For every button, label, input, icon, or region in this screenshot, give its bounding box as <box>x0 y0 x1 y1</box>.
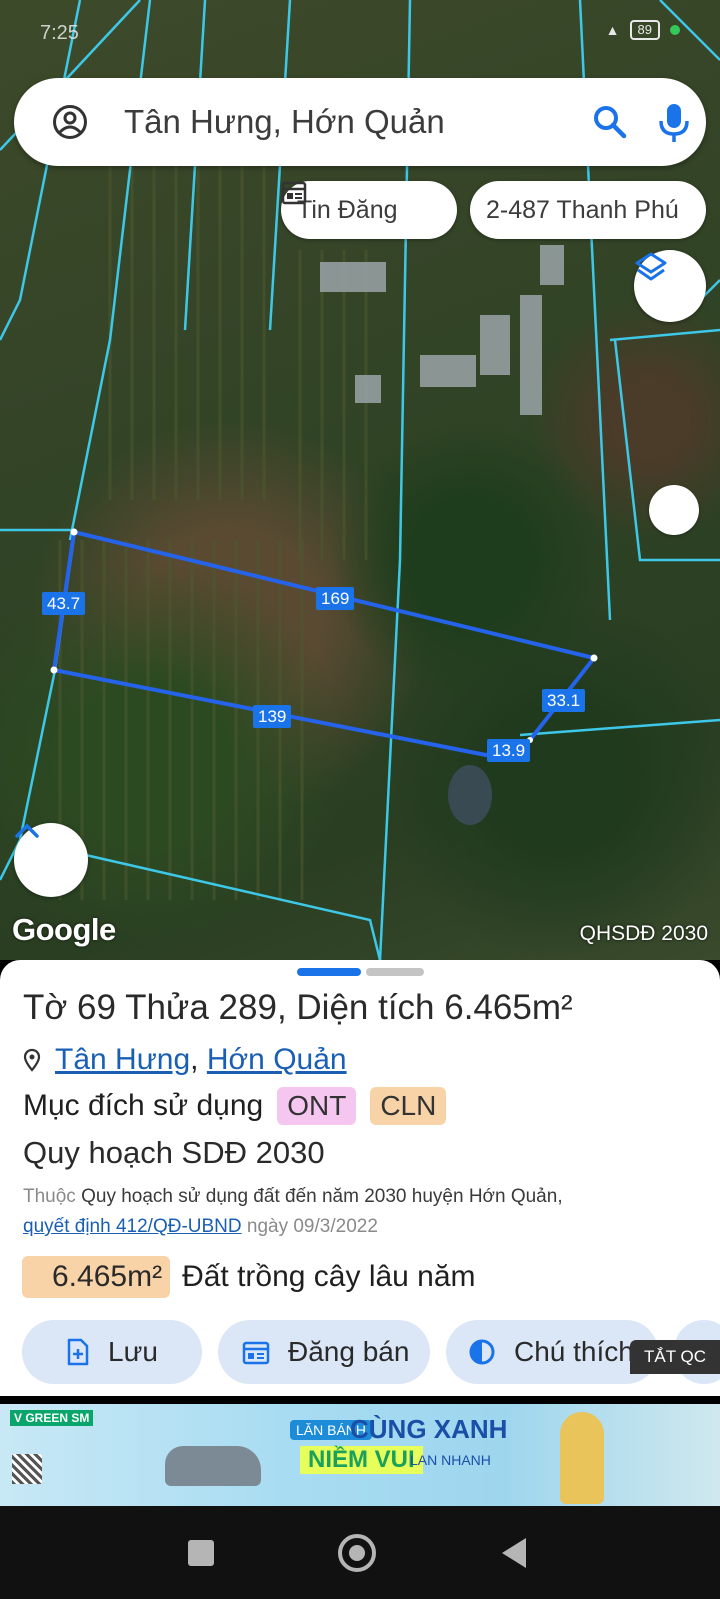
plan-description: Thuộc Quy hoạch sử dụng đất đến năm 2030… <box>23 1182 703 1242</box>
parcel-info-sheet: Tờ 69 Thửa 289, Diện tích 6.465m² Tân Hư… <box>0 960 720 1396</box>
back-icon[interactable] <box>502 1538 526 1568</box>
plan-name: Quy hoạch sử dụng đất đến năm 2030 huyện… <box>81 1186 563 1207</box>
dimension-label-bottom: 139 <box>253 705 292 728</box>
plan-title: Quy hoạch SDĐ 2030 <box>23 1135 325 1170</box>
google-logo: Google <box>12 912 116 947</box>
district-link[interactable]: Hớn Quản <box>207 1040 347 1080</box>
microphone-icon[interactable] <box>654 100 694 144</box>
privacy-indicator-icon <box>670 25 680 35</box>
post-for-sale-label: Đăng bán <box>288 1336 410 1367</box>
close-ad-button[interactable]: TẮT QC <box>630 1340 720 1374</box>
commune-link[interactable]: Tân Hưng <box>55 1040 190 1080</box>
parcel-location: Tân Hưng , Hớn Quản <box>23 1040 347 1080</box>
plan-prefix: Thuộc <box>23 1186 76 1207</box>
location-pin-icon <box>23 1048 41 1072</box>
dimension-label-left: 43.7 <box>42 592 86 615</box>
action-row: Lưu Đăng bán Chú thích <box>22 1320 720 1384</box>
sheet-handle[interactable] <box>366 968 424 976</box>
ad-brand: V GREEN SM <box>10 1410 94 1426</box>
area-badge: 6.465m² <box>22 1256 171 1298</box>
calendar-icon <box>242 1341 270 1365</box>
recent-apps-icon[interactable] <box>188 1540 214 1566</box>
map-view[interactable]: 7:25 ▲ 89 43.7 169 139 33.1 13.9 Tân Hưn… <box>0 0 720 960</box>
purpose-tag-ont: ONT <box>277 1087 357 1125</box>
post-for-sale-button[interactable]: Đăng bán <box>218 1320 430 1384</box>
area-type: Đất trồng cây lâu năm <box>182 1260 476 1293</box>
plan-decision-link[interactable]: quyết định 412/QĐ-UBND <box>23 1216 242 1237</box>
land-use-purpose: Mục đích sử dụng ONT CLN <box>23 1086 447 1126</box>
layers-icon <box>635 252 667 281</box>
news-chip[interactable]: Tin Đăng <box>281 181 457 239</box>
parcel-title: Tờ 69 Thửa 289, Diện tích 6.465m² <box>23 988 573 1027</box>
legend-button-label: Chú thích <box>514 1336 634 1367</box>
status-icons: ▲ 89 <box>606 20 680 40</box>
search-icon[interactable] <box>590 102 630 142</box>
dimension-label-corner: 13.9 <box>487 739 531 762</box>
search-bar[interactable]: Tân Hưng, Hớn Quản <box>14 78 706 166</box>
plan-date: ngày 09/3/2022 <box>246 1216 378 1237</box>
ad-line3: NIỀM VUI <box>300 1446 423 1474</box>
ad-banner[interactable]: V GREEN SM LĂN BÁNH CÙNG XANH NIỀM VUI L… <box>0 1396 720 1506</box>
signal-icon: ▲ <box>605 22 620 38</box>
map-layer-name: QHSDĐ 2030 <box>579 922 708 945</box>
contrast-icon <box>469 1339 495 1365</box>
ad-person-image <box>560 1412 604 1504</box>
status-time: 7:25 <box>40 22 79 44</box>
search-query[interactable]: Tân Hưng, Hớn Quản <box>124 100 445 144</box>
land-area-row: 6.465m² Đất trồng cây lâu năm <box>22 1256 476 1298</box>
purpose-label: Mục đích sử dụng <box>23 1089 264 1122</box>
account-icon[interactable] <box>52 104 88 140</box>
ad-line4: LAN NHANH <box>410 1452 491 1468</box>
ad-car-image <box>165 1446 261 1486</box>
dimension-label-top: 169 <box>316 587 355 610</box>
layers-button[interactable] <box>634 250 706 322</box>
system-nav-bar <box>0 1506 720 1599</box>
news-chip-label: Tin Đăng <box>297 195 398 224</box>
expand-button[interactable] <box>14 823 88 897</box>
add-document-icon <box>67 1338 89 1366</box>
home-icon[interactable] <box>338 1534 376 1572</box>
my-location-button[interactable] <box>649 485 699 535</box>
ad-qr-code <box>12 1454 42 1484</box>
save-button-label: Lưu <box>108 1336 158 1367</box>
ad-line2: CÙNG XANH <box>350 1414 508 1444</box>
chevron-up-icon <box>15 823 39 838</box>
location-separator: , <box>190 1043 199 1076</box>
address-chip-label: 2-487 Thanh Phú <box>486 195 679 224</box>
legend-button[interactable]: Chú thích <box>446 1320 658 1384</box>
news-icon <box>281 181 307 205</box>
purpose-tag-cln: CLN <box>370 1087 447 1125</box>
status-bar: 7:25 ▲ 89 <box>0 0 720 64</box>
sheet-handle-active[interactable] <box>297 968 361 976</box>
battery-icon: 89 <box>629 20 660 40</box>
dimension-label-right: 33.1 <box>542 689 586 712</box>
save-button[interactable]: Lưu <box>22 1320 202 1384</box>
address-chip[interactable]: 2-487 Thanh Phú <box>470 181 706 239</box>
